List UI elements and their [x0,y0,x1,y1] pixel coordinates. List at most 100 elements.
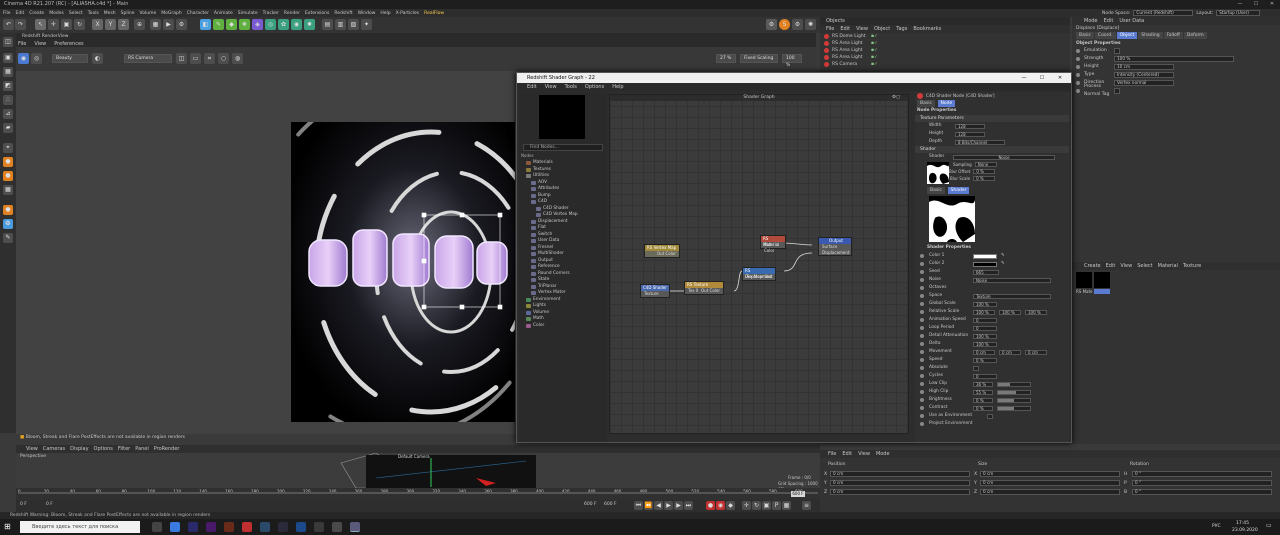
menu-item[interactable]: Character [187,11,209,16]
timeline-menu-icon[interactable]: ≡ [802,501,811,510]
grid-icon[interactable]: ▦ [3,185,13,195]
blur-offset-field[interactable]: 0 % [973,169,996,174]
prop-field[interactable]: 0 [973,373,997,379]
brush-icon[interactable]: ✎ [3,233,13,243]
subtab-basic[interactable]: Basic [927,187,945,194]
menu-item[interactable]: Tracker [263,11,279,16]
shader-section[interactable]: Shader [915,146,1069,153]
undo-icon[interactable]: ↶ [3,19,14,30]
coord-system-icon[interactable]: ⊕ [134,19,145,30]
key-rot-icon[interactable]: ↻ [752,501,761,510]
rs-material-icon[interactable]: ▤ [322,19,333,30]
keyframe-dot-icon[interactable] [920,406,924,410]
premiere-icon[interactable] [206,522,216,532]
node-space-select[interactable]: Current (Redshift) [1133,10,1194,16]
app-icon-grey2[interactable] [332,522,342,532]
photoshop-icon[interactable] [296,522,306,532]
attribute-checkbox[interactable] [1114,88,1120,94]
material-menu-item[interactable]: Texture [1183,263,1201,269]
illustrator-icon[interactable] [224,522,234,532]
keyframe-dot-icon[interactable] [920,254,924,258]
node-texture[interactable]: RS Texture Tex 0 Out Color [684,281,724,295]
attribute-menu-item[interactable]: User Data [1119,18,1144,24]
renderview-menu-item[interactable]: Preferences [54,41,83,47]
texture-params-section[interactable]: Texture Parameters [915,115,1069,122]
size-field[interactable]: 0 cm [980,489,1120,495]
shader-graph-canvas[interactable]: Shader Graph ⚙▢ RS Vertex Map Out Color … [609,94,909,434]
camera-select[interactable]: RS Camera [124,54,172,63]
prop-slider[interactable] [997,405,1031,411]
scale-percent[interactable]: 100 % [782,54,802,68]
coordinate-menu-item[interactable]: Mode [876,451,890,457]
object-row[interactable]: RS Camera ▪✓ [820,61,1070,68]
prop-slider[interactable] [997,389,1031,395]
keyframe-dot-icon[interactable] [920,334,924,338]
material-thumb-1[interactable] [1076,272,1092,288]
material-menu-item[interactable]: Create [1084,263,1101,269]
region-icon[interactable]: ▭ [190,53,201,64]
menu-item[interactable]: Select [69,11,83,16]
attribute-tab[interactable]: Basic [1076,32,1094,39]
keyframe-dot-icon[interactable] [920,326,924,330]
beauty-select[interactable]: Beauty [52,54,88,63]
viewport-menu-item[interactable]: ProRender [154,446,180,452]
object-menu-item[interactable]: Tags [896,26,907,32]
redshift-icon[interactable]: ● [3,157,13,167]
prop-field[interactable]: Noise [973,277,1051,283]
object-menu-item[interactable]: Bookmarks [913,26,941,32]
node-vertex-map[interactable]: RS Vertex Map Out Color [644,244,680,258]
coordinate-menu-item[interactable]: Edit [842,451,852,457]
circle-icon[interactable]: ○ [218,53,229,64]
array-icon[interactable]: ❖ [239,19,250,30]
deformer-icon[interactable]: ◈ [252,19,263,30]
attribute-tab[interactable]: Coord. [1094,32,1116,39]
autokey-icon[interactable]: ◉ [716,501,725,510]
prop-field[interactable]: 0 % [973,357,997,363]
prop-field[interactable]: 0 cm [1025,349,1047,355]
next-frame-icon[interactable]: ▶ [674,501,683,510]
prev-key-icon[interactable]: ⏪ [644,501,653,510]
prop-slider[interactable] [997,381,1031,387]
coordinate-menu-item[interactable]: File [828,451,836,457]
attribute-tab[interactable]: Shading [1138,32,1163,39]
find-nodes-input[interactable]: Find Nodes... [523,144,603,151]
prop-slider[interactable] [997,397,1031,403]
rs-render-icon[interactable]: ▥ [335,19,346,30]
snapshot-icon[interactable]: ◫ [176,53,187,64]
viewport[interactable]: Perspective Default Camera Frame : 0/0 G… [16,453,820,491]
keyframe-dot-icon[interactable] [920,382,924,386]
rs-ipr-icon[interactable]: ▧ [348,19,359,30]
model-mode-icon[interactable]: ▣ [3,53,13,63]
blur-scale-field[interactable]: 0 % [973,176,996,181]
cinema4d-icon[interactable] [350,522,360,532]
shader-graph-menu-item[interactable]: Edit [527,84,537,90]
plugin-icon[interactable]: ✺ [805,19,816,30]
attribute-value[interactable]: Intensity (Centered) [1114,72,1174,78]
shader-graph-menu-item[interactable]: Options [585,84,604,90]
node-tree-item[interactable]: Color [521,323,607,330]
keyframe-dot-icon[interactable] [920,398,924,402]
sampling-select[interactable]: None [974,162,997,167]
texture-mode-icon[interactable]: ▦ [3,67,13,77]
end-frame-b[interactable]: 600 F [604,502,617,507]
viewport-menu-item[interactable]: Panel [135,446,149,452]
menu-item[interactable]: RealFlow [424,11,444,16]
prop-field[interactable]: 0 % [973,397,993,403]
renderview-menu-item[interactable]: File [18,41,26,47]
rotation-field[interactable]: 0 ° [1132,480,1272,486]
sphere-icon[interactable]: ◍ [232,53,243,64]
menu-item[interactable]: Mesh [104,11,116,16]
viewport-menu-item[interactable]: Filter [118,446,130,452]
prop-field[interactable]: 100 % [973,341,997,347]
render-region-icon[interactable]: ▦ [150,19,161,30]
aov-icon[interactable]: ◐ [92,53,103,64]
attribute-tab[interactable]: Object [1116,32,1138,39]
node-displacement[interactable]: RS Displacement Tex Map Out [742,267,776,281]
depth-select[interactable]: 8 Bits/Channel [955,139,1005,145]
visibility-icon[interactable]: ▪✓ [871,47,878,54]
menu-item[interactable]: MoGraph [161,11,181,16]
axis-x-button[interactable]: X [92,19,103,30]
prop-field[interactable]: Texture [973,293,1051,299]
node-material[interactable]: RS Material Out Color [760,235,786,253]
viewport-menu-item[interactable]: View [26,446,38,452]
